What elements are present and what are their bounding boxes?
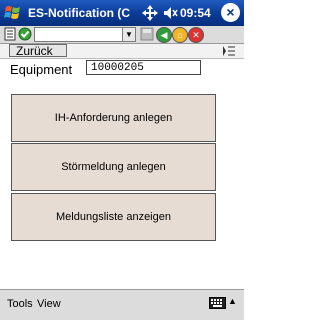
back-button[interactable]: Zurück <box>9 44 67 58</box>
view-menu[interactable]: View <box>37 298 61 310</box>
create-fault-report-button[interactable]: Störmeldung anlegen <box>11 143 216 191</box>
show-notification-list-button[interactable]: Meldungsliste anzeigen <box>11 193 216 241</box>
equipment-field[interactable]: 10000205 <box>86 60 201 75</box>
equipment-label: Equipment <box>10 62 73 77</box>
clock[interactable]: 09:54 <box>180 6 211 20</box>
keyboard-icon[interactable] <box>209 297 226 309</box>
bottom-menu-bar: Tools View ▲ <box>0 289 244 320</box>
browser-toolbar: ▼ ◀ ⌂ ✕ <box>0 26 244 44</box>
home-icon[interactable]: ⌂ <box>172 27 188 43</box>
input-panel-arrow-icon[interactable]: ▲ <box>228 296 237 306</box>
create-ih-request-button[interactable]: IH-Anforderung anlegen <box>11 94 216 142</box>
title-bar: ES-Notification (CEI 09:54 × <box>0 0 244 26</box>
save-icon[interactable] <box>140 27 154 41</box>
tools-menu[interactable]: Tools <box>7 298 33 310</box>
close-button[interactable]: × <box>221 3 240 22</box>
volume-icon[interactable] <box>162 5 178 21</box>
checkmark-icon[interactable] <box>18 27 32 41</box>
connectivity-icon[interactable] <box>141 4 159 22</box>
chevron-down-icon[interactable]: ▼ <box>122 28 135 41</box>
menu-list-icon[interactable] <box>222 45 236 57</box>
back-icon[interactable]: ◀ <box>156 27 172 43</box>
page-icon[interactable] <box>3 27 17 41</box>
address-combo[interactable]: ▼ <box>34 27 136 42</box>
windows-start-icon[interactable] <box>3 3 23 23</box>
stop-icon[interactable]: ✕ <box>188 27 204 43</box>
app-title: ES-Notification (CEI <box>28 6 130 20</box>
nav-row: Zurück <box>0 44 244 59</box>
